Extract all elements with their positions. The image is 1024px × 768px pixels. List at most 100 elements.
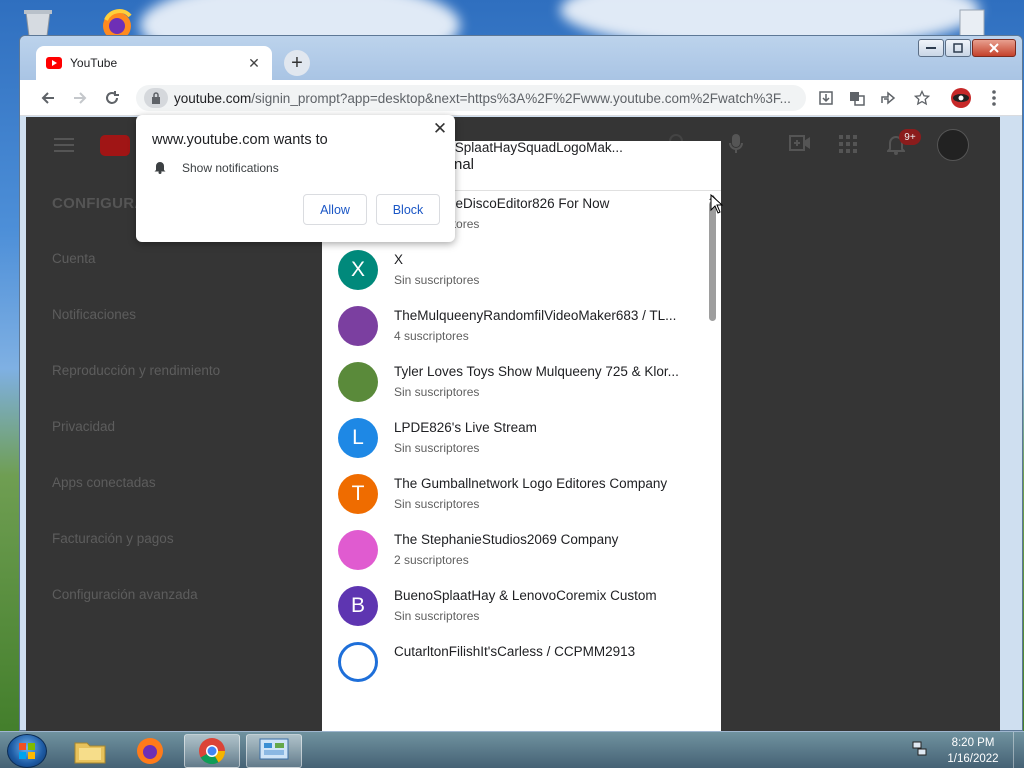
- forward-button[interactable]: [68, 86, 92, 110]
- create-video-icon[interactable]: [789, 135, 811, 156]
- clock-time: 8:20 PM: [951, 737, 995, 749]
- share-icon: [881, 91, 896, 105]
- settings-nav-advanced[interactable]: Configuración avanzada: [52, 587, 198, 602]
- settings-nav-connected-apps[interactable]: Apps conectadas: [52, 475, 156, 490]
- reload-icon: [106, 91, 119, 104]
- scrollbar[interactable]: [707, 193, 717, 731]
- title-bar[interactable]: YouTube ✕ +: [20, 36, 1022, 80]
- channel-name: The Gumballnetwork Logo Editores Company: [394, 476, 668, 491]
- channel-avatar: B: [338, 586, 378, 626]
- reload-button[interactable]: [100, 86, 124, 110]
- close-button[interactable]: [972, 39, 1016, 57]
- channel-item[interactable]: T The Gumballnetwork Logo Editores Compan…: [322, 466, 702, 522]
- translate-icon: [850, 92, 865, 106]
- notification-badge: 9+: [899, 129, 921, 145]
- profile-avatar-icon: [951, 88, 971, 108]
- channel-name: Tyler Loves Toys Show Mulqueeny 725 & Kl…: [394, 364, 679, 379]
- chrome-menu-button[interactable]: [982, 86, 1006, 110]
- translate-button[interactable]: [845, 86, 869, 110]
- permission-text: Show notifications: [182, 161, 279, 175]
- start-button[interactable]: [7, 734, 47, 768]
- apps-grid-icon[interactable]: [839, 135, 857, 158]
- kebab-menu-icon: [992, 90, 996, 106]
- bell-icon: [154, 160, 166, 179]
- close-icon: [989, 43, 999, 53]
- taskbar-control-panel[interactable]: [246, 734, 302, 768]
- permission-close-icon[interactable]: ✕: [430, 119, 450, 139]
- tab-close-icon[interactable]: ✕: [246, 55, 262, 72]
- mouse-cursor-icon: [710, 194, 724, 214]
- microphone-icon[interactable]: [729, 133, 743, 160]
- control-panel-icon: [259, 738, 289, 760]
- channel-subscriber-count: Sin suscriptores: [394, 385, 480, 399]
- channel-subscriber-count: Sin suscriptores: [394, 497, 480, 511]
- chrome-icon: [199, 738, 226, 765]
- clock-date: 1/16/2022: [947, 753, 999, 765]
- taskbar: 8:20 PM 1/16/2022: [0, 731, 1024, 768]
- channel-avatar: [338, 642, 378, 682]
- youtube-favicon-icon: [46, 57, 62, 69]
- permission-title: www.youtube.com wants to: [152, 132, 328, 148]
- channel-item[interactable]: X X Sin suscriptores: [322, 242, 702, 298]
- taskbar-firefox[interactable]: [122, 734, 178, 768]
- taskbar-chrome[interactable]: [184, 734, 240, 768]
- tab-youtube[interactable]: YouTube ✕: [36, 46, 272, 80]
- channel-avatar: T: [338, 474, 378, 514]
- show-desktop-button[interactable]: [1013, 732, 1024, 768]
- address-bar[interactable]: youtube.com/signin_prompt?app=desktop&ne…: [136, 85, 806, 111]
- account-avatar[interactable]: [937, 129, 969, 161]
- profile-avatar-button[interactable]: [949, 86, 973, 110]
- channel-subscriber-count: Sin suscriptores: [394, 273, 480, 287]
- settings-nav-account[interactable]: Cuenta: [52, 251, 96, 266]
- channel-subscriber-count: 4 suscriptores: [394, 329, 469, 343]
- allow-button[interactable]: Allow: [303, 194, 367, 225]
- channel-name: LPDE826's Live Stream: [394, 420, 537, 435]
- channel-subscriber-count: Sin suscriptores: [394, 441, 480, 455]
- channel-name: CutarltonFilishIt'sCarless / CCPMM2913: [394, 644, 636, 659]
- restore-icon: [953, 43, 963, 53]
- system-clock[interactable]: 8:20 PM 1/16/2022: [938, 735, 1008, 767]
- settings-nav-notifications[interactable]: Notificaciones: [52, 307, 136, 322]
- network-icon[interactable]: [912, 741, 928, 762]
- notification-permission-dialog: www.youtube.com wants to ✕ Show notifica…: [136, 115, 455, 242]
- scroll-thumb[interactable]: [709, 201, 716, 321]
- minimize-icon: [926, 47, 936, 49]
- bookmark-button[interactable]: [910, 86, 934, 110]
- windows-logo-icon: [19, 743, 35, 759]
- star-icon: [914, 90, 930, 106]
- install-icon: [819, 91, 833, 105]
- channel-item[interactable]: CutarltonFilishIt'sCarless / CCPMM2913: [322, 634, 702, 690]
- channel-item[interactable]: TheMulqueenyRandomfilVideoMaker683 / TL.…: [322, 298, 702, 354]
- settings-nav-billing[interactable]: Facturación y pagos: [52, 531, 174, 546]
- file-explorer-icon: [74, 742, 106, 764]
- channel-item[interactable]: The StephanieStudios2069 Company 2 suscri…: [322, 522, 702, 578]
- arrow-right-icon: [74, 92, 87, 104]
- install-app-button[interactable]: [814, 86, 838, 110]
- maximize-button[interactable]: [945, 39, 971, 57]
- channel-avatar: L: [338, 418, 378, 458]
- arrow-left-icon: [41, 92, 54, 104]
- channel-avatar: [338, 362, 378, 402]
- channel-avatar: X: [338, 250, 378, 290]
- channel-item[interactable]: Tyler Loves Toys Show Mulqueeny 725 & Kl…: [322, 354, 702, 410]
- new-tab-button[interactable]: +: [284, 50, 310, 76]
- channel-name: X: [394, 252, 404, 267]
- settings-nav-privacy[interactable]: Privacidad: [52, 419, 115, 434]
- channel-avatar: [338, 530, 378, 570]
- hamburger-menu-icon[interactable]: [54, 138, 74, 157]
- channel-item[interactable]: L LPDE826's Live Stream Sin suscriptores: [322, 410, 702, 466]
- taskbar-explorer[interactable]: [62, 734, 118, 768]
- firefox-icon: [137, 738, 163, 764]
- settings-nav-playback[interactable]: Reproducción y rendimiento: [52, 363, 220, 378]
- channel-item[interactable]: B BuenoSplaatHay & LenovoCoremix Custom Si…: [322, 578, 702, 634]
- tab-title: YouTube: [70, 56, 118, 70]
- share-button[interactable]: [876, 86, 900, 110]
- minimize-button[interactable]: [918, 39, 944, 57]
- lock-icon[interactable]: [144, 88, 168, 108]
- channel-subscriber-count: Sin suscriptores: [394, 609, 480, 623]
- youtube-logo[interactable]: [100, 135, 130, 156]
- browser-toolbar: youtube.com/signin_prompt?app=desktop&ne…: [20, 80, 1022, 116]
- back-button[interactable]: [36, 86, 60, 110]
- url-text[interactable]: youtube.com/signin_prompt?app=desktop&ne…: [174, 91, 794, 106]
- block-button[interactable]: Block: [376, 194, 440, 225]
